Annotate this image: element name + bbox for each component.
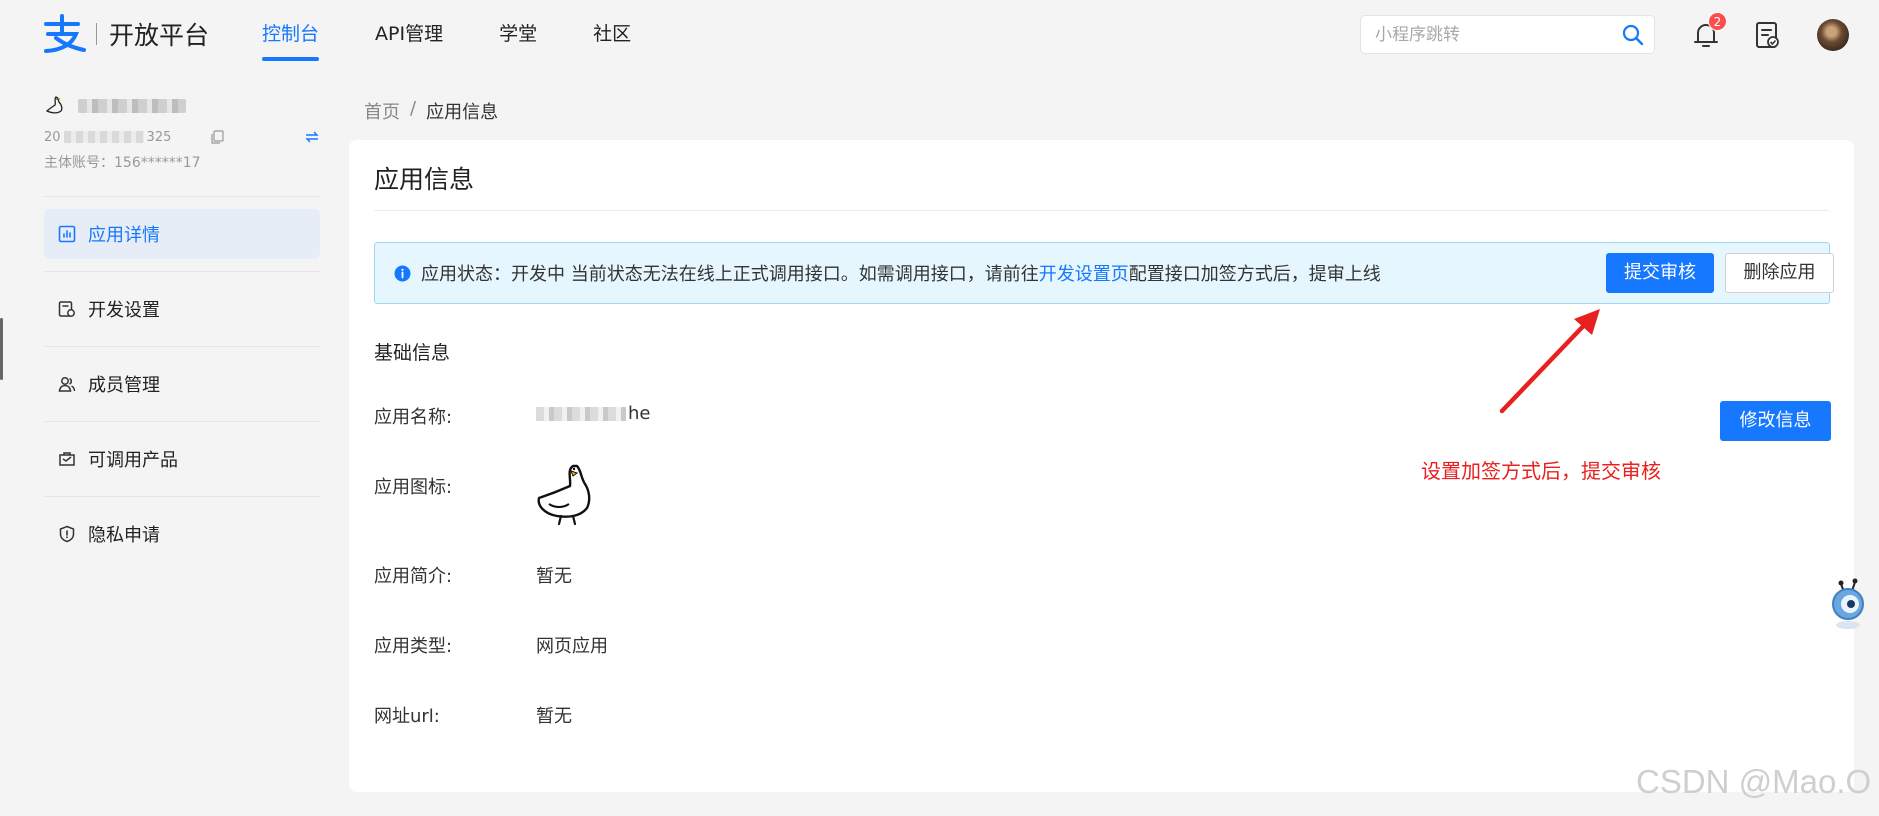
- goose-app-icon: [537, 464, 591, 526]
- sidebar-item-products[interactable]: 可调用产品: [44, 434, 320, 484]
- status-alert: 应用状态：开发中 当前状态无法在线上正式调用接口。如需调用接口，请前往开发设置页…: [374, 242, 1834, 304]
- search-box: [1360, 15, 1655, 54]
- alert-text: 应用状态：开发中 当前状态无法在线上正式调用接口。如需调用接口，请前往开发设置页…: [421, 260, 1381, 286]
- app-id-suffix: 325: [146, 129, 172, 145]
- main-nav: 控制台 API管理 学堂 社区: [262, 0, 687, 70]
- nav-item-academy[interactable]: 学堂: [499, 0, 537, 70]
- sidebar-item-label: 成员管理: [88, 375, 160, 396]
- app-icon-label: 应用图标:: [374, 477, 453, 498]
- info-icon: [394, 265, 411, 281]
- sidebar-item-label: 可调用产品: [88, 450, 178, 471]
- menu-divider: [44, 496, 320, 497]
- breadcrumb: 首页 / 应用信息: [364, 98, 498, 124]
- delete-app-button[interactable]: 删除应用: [1725, 253, 1834, 293]
- sidebar-item-members[interactable]: 成员管理: [44, 359, 320, 409]
- watermark: CSDN @Mao.O: [1636, 763, 1872, 800]
- alipay-logo-icon: [44, 14, 86, 53]
- helper-robot-icon[interactable]: [1826, 576, 1870, 632]
- sidebar-item-app-details[interactable]: 应用详情: [44, 209, 320, 259]
- sidebar-item-privacy[interactable]: 隐私申请: [44, 509, 320, 559]
- breadcrumb-current: 应用信息: [426, 102, 499, 123]
- annotation-arrow-icon: [1499, 309, 1600, 414]
- logo-text: 开放平台: [109, 21, 210, 50]
- todo-doc-icon[interactable]: [1753, 20, 1781, 50]
- account-value: 156******17: [114, 155, 201, 171]
- menu-divider: [44, 421, 320, 422]
- app-intro-value: 暂无: [536, 566, 572, 587]
- nav-item-community[interactable]: 社区: [593, 0, 631, 70]
- members-icon: [58, 377, 76, 392]
- search-icon[interactable]: [1622, 24, 1644, 46]
- app-name-suffix: he: [628, 403, 651, 424]
- logo-separator: [96, 23, 97, 45]
- sidebar-item-label: 开发设置: [88, 300, 160, 321]
- title-divider: [374, 210, 1829, 211]
- app-intro-label: 应用简介:: [374, 566, 453, 587]
- collapse-handle[interactable]: [0, 318, 3, 380]
- app-id-blurred: [63, 131, 144, 143]
- chart-icon: [58, 225, 76, 243]
- menu-divider: [44, 271, 320, 272]
- sidebar-divider: [44, 196, 320, 197]
- section-title-basic-info: 基础信息: [374, 342, 451, 364]
- user-info: [44, 88, 320, 124]
- account-label: 主体账号：: [44, 155, 114, 171]
- copy-icon[interactable]: [211, 130, 225, 144]
- edit-info-button[interactable]: 修改信息: [1720, 401, 1831, 441]
- menu-divider: [44, 346, 320, 347]
- switch-icon[interactable]: [304, 130, 320, 144]
- page-title: 应用信息: [374, 165, 475, 194]
- alert-prefix: 应用状态：开发中 当前状态无法在线上正式调用接口。如需调用接口，请前往: [421, 264, 1039, 285]
- nav-item-console[interactable]: 控制台: [262, 0, 320, 70]
- submit-review-button[interactable]: 提交审核: [1606, 253, 1714, 293]
- app-url-value: 暂无: [536, 706, 572, 727]
- breadcrumb-separator: /: [410, 98, 417, 119]
- app-name-blurred: [536, 407, 626, 421]
- sidebar-item-dev-settings[interactable]: 开发设置: [44, 284, 320, 334]
- top-bar: 开放平台 控制台 API管理 学堂 社区 2: [0, 0, 1879, 70]
- annotation-text: 设置加签方式后，提交审核: [1421, 459, 1661, 483]
- nav-item-api[interactable]: API管理: [375, 0, 443, 70]
- app-id-row: 20 325: [44, 124, 320, 150]
- settings-doc-icon: [58, 301, 75, 317]
- app-type-label: 应用类型:: [374, 636, 453, 657]
- sidebar-item-label: 隐私申请: [88, 525, 160, 546]
- alert-suffix: 配置接口加签方式后，提审上线: [1128, 264, 1381, 285]
- app-id-prefix: 20: [44, 129, 61, 145]
- logo[interactable]: 开放平台: [42, 14, 209, 54]
- notification-badge: 2: [1708, 12, 1727, 31]
- sidebar: 20 325 主体账号：156******17 应用详情 开发设置 成员管理 可…: [44, 88, 320, 559]
- account-row: 主体账号：156******17: [44, 150, 320, 176]
- products-icon: [59, 452, 75, 466]
- user-name-blurred: [78, 99, 186, 113]
- app-url-label: 网址url:: [374, 706, 440, 727]
- app-type-value: 网页应用: [536, 636, 608, 657]
- user-avatar[interactable]: [1817, 19, 1849, 51]
- search-input[interactable]: [1361, 24, 1611, 45]
- goose-avatar-icon: [45, 96, 63, 114]
- dev-settings-link[interactable]: 开发设置页: [1039, 264, 1129, 285]
- shield-icon: [59, 525, 75, 543]
- app-name-value: he: [536, 403, 650, 424]
- app-name-label: 应用名称:: [374, 407, 453, 428]
- breadcrumb-home[interactable]: 首页: [364, 98, 400, 124]
- sidebar-item-label: 应用详情: [88, 225, 160, 246]
